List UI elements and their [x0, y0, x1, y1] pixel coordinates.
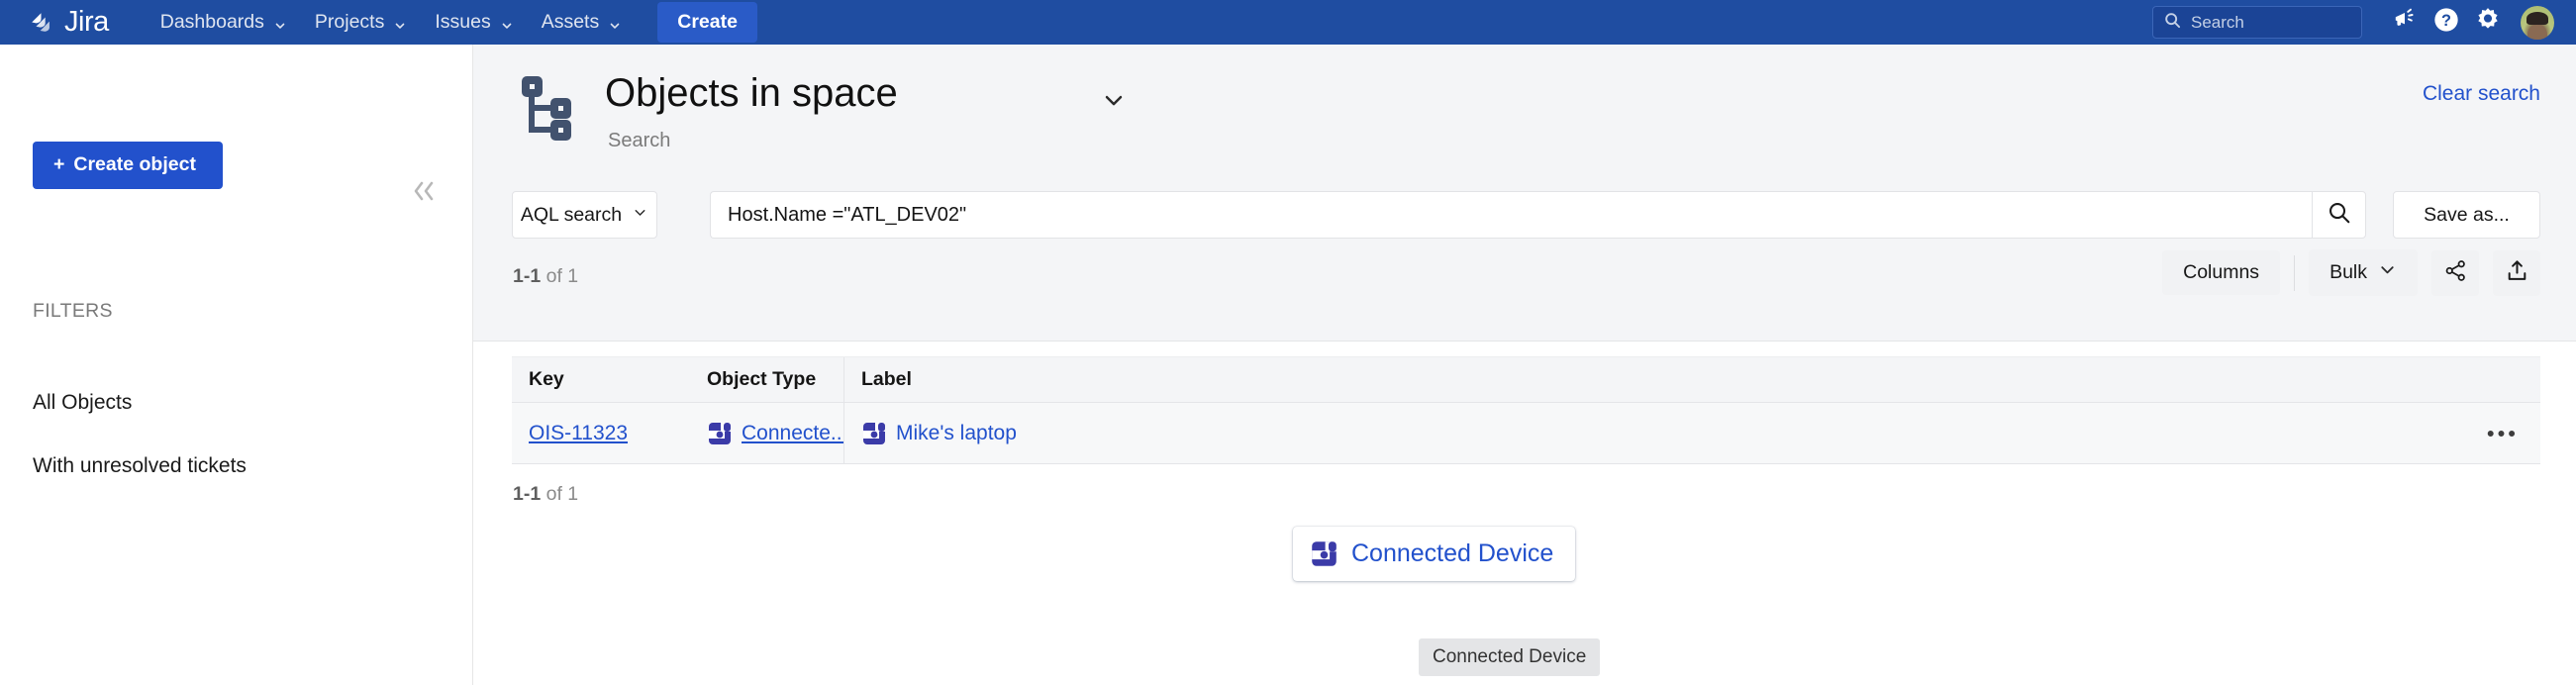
page-title-dropdown-button[interactable]: [1100, 86, 1128, 119]
collapse-sidebar-button[interactable]: [408, 178, 442, 209]
results-count-bottom: 1-1 of 1: [513, 483, 578, 506]
search-icon: [2328, 201, 2351, 230]
sidebar-item-with-unresolved-tickets[interactable]: With unresolved tickets: [33, 454, 247, 478]
object-type-link[interactable]: Connecte...: [742, 422, 843, 445]
row-more-actions-button[interactable]: •••: [2487, 423, 2519, 444]
bulk-label: Bulk: [2329, 261, 2367, 283]
column-header-key[interactable]: Key: [512, 368, 690, 391]
page-title: Objects in space: [605, 71, 898, 115]
connected-device-icon: [861, 421, 887, 446]
column-header-object-type[interactable]: Object Type: [690, 357, 844, 402]
run-search-button[interactable]: [2312, 191, 2366, 239]
share-button[interactable]: [2431, 249, 2479, 296]
primary-nav: Dashboards Projects Issues Assets Create: [147, 2, 757, 43]
search-mode-label: AQL search: [520, 203, 623, 226]
export-button[interactable]: [2493, 249, 2540, 296]
nav-item-projects[interactable]: Projects: [301, 4, 421, 41]
announcements-megaphone-icon: [2392, 7, 2418, 38]
announcements-button[interactable]: [2384, 2, 2426, 44]
connected-device-icon: [707, 421, 733, 446]
results-count-bottom-total: of 1: [541, 483, 579, 505]
nav-item-issues[interactable]: Issues: [421, 4, 527, 41]
chevron-down-icon: [2378, 260, 2397, 285]
table-header-row: Key Object Type Label: [512, 356, 2540, 403]
toolbar-divider: [2294, 254, 2296, 291]
nav-label: Issues: [435, 11, 491, 33]
clear-search-link[interactable]: Clear search: [2423, 82, 2540, 106]
nav-item-assets[interactable]: Assets: [528, 4, 637, 41]
page-subtitle: Search: [608, 130, 671, 151]
sidebar-item-all-objects[interactable]: All Objects: [33, 391, 132, 415]
results-count-bottom-range: 1-1: [513, 483, 542, 505]
plus-icon: +: [53, 153, 65, 175]
user-avatar[interactable]: [2521, 5, 2554, 40]
column-header-label[interactable]: Label: [844, 368, 2540, 391]
aql-search-input[interactable]: Host.Name ="ATL_DEV02": [710, 191, 2312, 239]
nav-label: Projects: [314, 11, 385, 33]
nav-item-dashboards[interactable]: Dashboards: [147, 4, 301, 41]
jira-logo[interactable]: Jira: [28, 8, 109, 37]
chevron-down-icon: [500, 16, 514, 30]
main-content: Objects in space Search Clear search AQL…: [473, 45, 2576, 685]
global-search-placeholder: Search: [2191, 12, 2244, 32]
svg-text:?: ?: [2441, 12, 2451, 30]
cell-object-type: Connecte...: [690, 403, 844, 463]
object-schema-tree-icon: [518, 72, 581, 144]
object-key-link[interactable]: OIS-11323: [529, 422, 628, 444]
global-search-input[interactable]: Search: [2152, 6, 2362, 39]
search-row: AQL search Host.Name ="ATL_DEV02" Save a…: [512, 191, 2540, 239]
share-icon: [2443, 258, 2468, 288]
object-type-hover-card: Connected Device: [1293, 527, 1576, 581]
connected-device-icon: [1310, 539, 1338, 568]
export-upload-icon: [2505, 258, 2529, 288]
bulk-button[interactable]: Bulk: [2309, 249, 2418, 296]
jira-wordmark: Jira: [64, 6, 109, 38]
object-label-value: Mike's laptop: [861, 421, 1017, 446]
results-count-top-total: of 1: [541, 265, 579, 287]
chevron-down-icon: [273, 16, 287, 30]
settings-button[interactable]: [2467, 2, 2509, 44]
object-type-value: Connecte...: [707, 421, 843, 446]
search-icon: [2164, 12, 2181, 34]
table-row[interactable]: OIS-11323 Connecte... Mike's laptop •••: [512, 403, 2540, 464]
settings-gear-icon: [2474, 6, 2502, 39]
object-type-tooltip: Connected Device: [1419, 638, 1601, 676]
nav-label: Assets: [541, 11, 600, 33]
top-navigation-bar: Jira Dashboards Projects Issues Assets C…: [0, 0, 2576, 45]
chevron-down-icon: [632, 204, 648, 227]
results-count-top: 1-1 of 1: [513, 265, 578, 288]
results-count-top-range: 1-1: [513, 265, 542, 287]
chevron-down-icon: [393, 16, 407, 30]
nav-label: Dashboards: [159, 11, 264, 33]
filters-heading: FILTERS: [33, 300, 113, 322]
table-toolbar: Columns Bulk: [2162, 249, 2540, 296]
object-label-link[interactable]: Mike's laptop: [896, 422, 1017, 445]
left-sidebar: + Create object FILTERS All Objects With…: [0, 45, 473, 685]
help-button[interactable]: ?: [2426, 2, 2467, 44]
jira-logo-icon: [28, 9, 54, 36]
cell-key: OIS-11323: [512, 422, 690, 445]
help-question-icon: ?: [2432, 6, 2460, 39]
columns-button[interactable]: Columns: [2162, 250, 2281, 295]
cell-label: Mike's laptop: [844, 421, 2540, 446]
aql-search-group: Host.Name ="ATL_DEV02": [710, 191, 2366, 239]
content-header: Objects in space Search Clear search AQL…: [473, 45, 2576, 342]
create-object-button[interactable]: + Create object: [33, 142, 223, 189]
hover-card-object-type-link[interactable]: Connected Device: [1351, 539, 1553, 568]
create-button[interactable]: Create: [657, 2, 757, 43]
nav-right-cluster: Search ?: [2152, 2, 2576, 44]
search-mode-select[interactable]: AQL search: [512, 191, 657, 239]
chevron-down-icon: [608, 16, 622, 30]
save-as-button[interactable]: Save as...: [2393, 191, 2540, 239]
objects-table: Key Object Type Label OIS-11323 Connecte…: [512, 356, 2540, 464]
create-object-label: Create object: [73, 153, 196, 175]
page-body: + Create object FILTERS All Objects With…: [0, 45, 2576, 685]
